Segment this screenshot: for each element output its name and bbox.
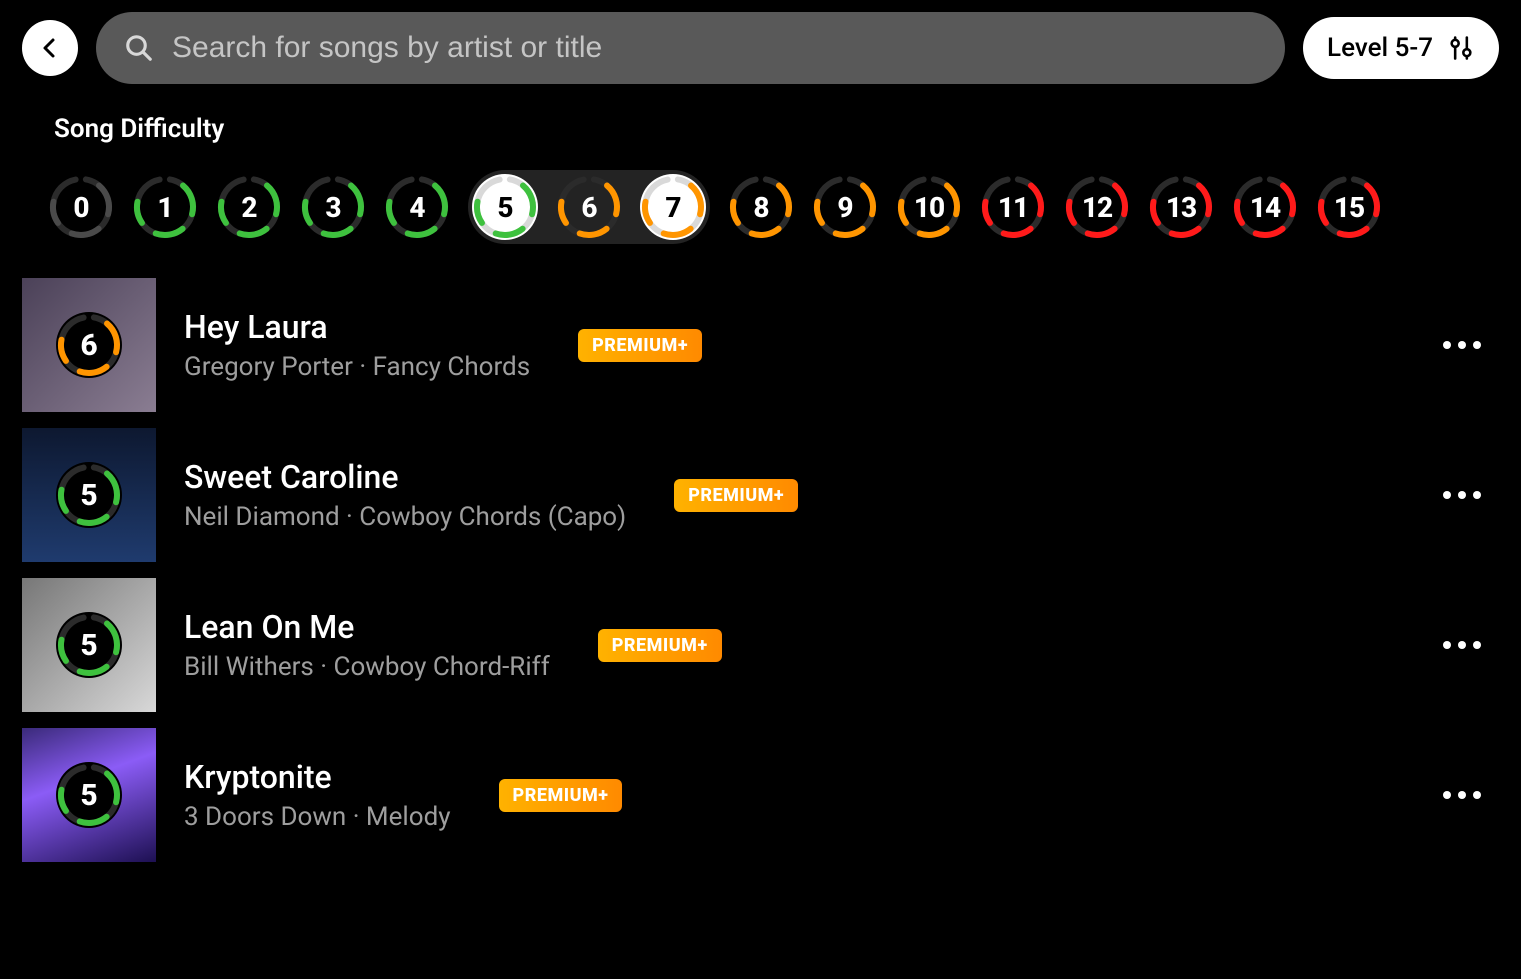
difficulty-number: 10 [914,191,944,224]
song-item[interactable]: 5 Sweet Caroline Neil Diamond · Cowboy C… [22,420,1499,570]
search-field-wrap[interactable] [96,12,1285,84]
song-list: 6 Hey Laura Gregory Porter · Fancy Chord… [0,258,1521,900]
chevron-left-icon [38,36,62,60]
difficulty-number: 13 [1166,191,1196,224]
song-level-badge: 6 [56,312,122,378]
difficulty-7[interactable]: 7 [640,174,706,240]
song-title: Sweet Caroline [184,458,626,496]
song-text: Lean On Me Bill Withers · Cowboy Chord-R… [184,608,550,682]
section-title: Song Difficulty [0,84,1521,152]
song-title: Kryptonite [184,758,451,796]
top-bar: Level 5-7 [0,0,1521,84]
difficulty-row: 0 1 2 3 4 5 6 7 8 9 10 11 12 13 [0,152,1521,258]
difficulty-number: 9 [837,191,852,224]
premium-badge: PREMIUM+ [674,479,798,512]
premium-badge: PREMIUM+ [598,629,722,662]
difficulty-9[interactable]: 9 [812,174,878,240]
song-text: Hey Laura Gregory Porter · Fancy Chords [184,308,530,382]
song-item[interactable]: 5 Kryptonite 3 Doors Down · Melody PREMI… [22,720,1499,870]
song-title: Hey Laura [184,308,530,346]
difficulty-number: 14 [1250,191,1280,224]
song-subtitle: Bill Withers · Cowboy Chord-Riff [184,652,550,682]
sliders-icon [1447,34,1475,62]
song-level-badge: 5 [56,762,122,828]
difficulty-4[interactable]: 4 [384,174,450,240]
back-button[interactable] [22,20,78,76]
song-text: Kryptonite 3 Doors Down · Melody [184,758,451,832]
song-thumbnail: 5 [22,728,156,862]
difficulty-0[interactable]: 0 [48,174,114,240]
more-dots-icon [1443,791,1451,799]
difficulty-5[interactable]: 5 [472,174,538,240]
difficulty-number: 2 [241,191,256,224]
more-dots-icon [1443,641,1451,649]
difficulty-13[interactable]: 13 [1148,174,1214,240]
song-title: Lean On Me [184,608,550,646]
song-level-number: 5 [56,612,122,678]
song-thumbnail: 5 [22,578,156,712]
song-subtitle: Neil Diamond · Cowboy Chords (Capo) [184,502,626,532]
song-level-badge: 5 [56,612,122,678]
more-dots-icon [1443,491,1451,499]
song-thumbnail: 6 [22,278,156,412]
more-button[interactable] [1425,781,1499,809]
more-button[interactable] [1425,331,1499,359]
difficulty-11[interactable]: 11 [980,174,1046,240]
difficulty-12[interactable]: 12 [1064,174,1130,240]
difficulty-number: 12 [1082,191,1112,224]
premium-badge: PREMIUM+ [499,779,623,812]
more-button[interactable] [1425,481,1499,509]
difficulty-number: 3 [325,191,340,224]
premium-badge: PREMIUM+ [578,329,702,362]
song-thumbnail: 5 [22,428,156,562]
difficulty-number: 6 [581,191,596,224]
difficulty-8[interactable]: 8 [728,174,794,240]
song-item[interactable]: 6 Hey Laura Gregory Porter · Fancy Chord… [22,270,1499,420]
song-level-number: 5 [56,462,122,528]
difficulty-15[interactable]: 15 [1316,174,1382,240]
song-level-badge: 5 [56,462,122,528]
difficulty-number: 7 [665,191,680,224]
level-filter-label: Level 5-7 [1327,33,1433,63]
search-icon [124,33,154,63]
difficulty-number: 1 [157,191,172,224]
more-button[interactable] [1425,631,1499,659]
difficulty-3[interactable]: 3 [300,174,366,240]
level-filter-button[interactable]: Level 5-7 [1303,17,1499,79]
difficulty-2[interactable]: 2 [216,174,282,240]
difficulty-14[interactable]: 14 [1232,174,1298,240]
difficulty-number: 8 [753,191,768,224]
difficulty-10[interactable]: 10 [896,174,962,240]
difficulty-number: 5 [497,191,512,224]
more-dots-icon [1443,341,1451,349]
difficulty-number: 0 [73,191,88,224]
difficulty-number: 15 [1334,191,1364,224]
difficulty-number: 11 [998,191,1028,224]
song-text: Sweet Caroline Neil Diamond · Cowboy Cho… [184,458,626,532]
song-level-number: 5 [56,762,122,828]
song-item[interactable]: 5 Lean On Me Bill Withers · Cowboy Chord… [22,570,1499,720]
search-input[interactable] [172,31,1257,65]
song-level-number: 6 [56,312,122,378]
difficulty-number: 4 [409,191,424,224]
difficulty-6[interactable]: 6 [556,174,622,240]
song-subtitle: Gregory Porter · Fancy Chords [184,352,530,382]
difficulty-1[interactable]: 1 [132,174,198,240]
song-subtitle: 3 Doors Down · Melody [184,802,451,832]
difficulty-range-group: 5 6 7 [468,170,710,244]
